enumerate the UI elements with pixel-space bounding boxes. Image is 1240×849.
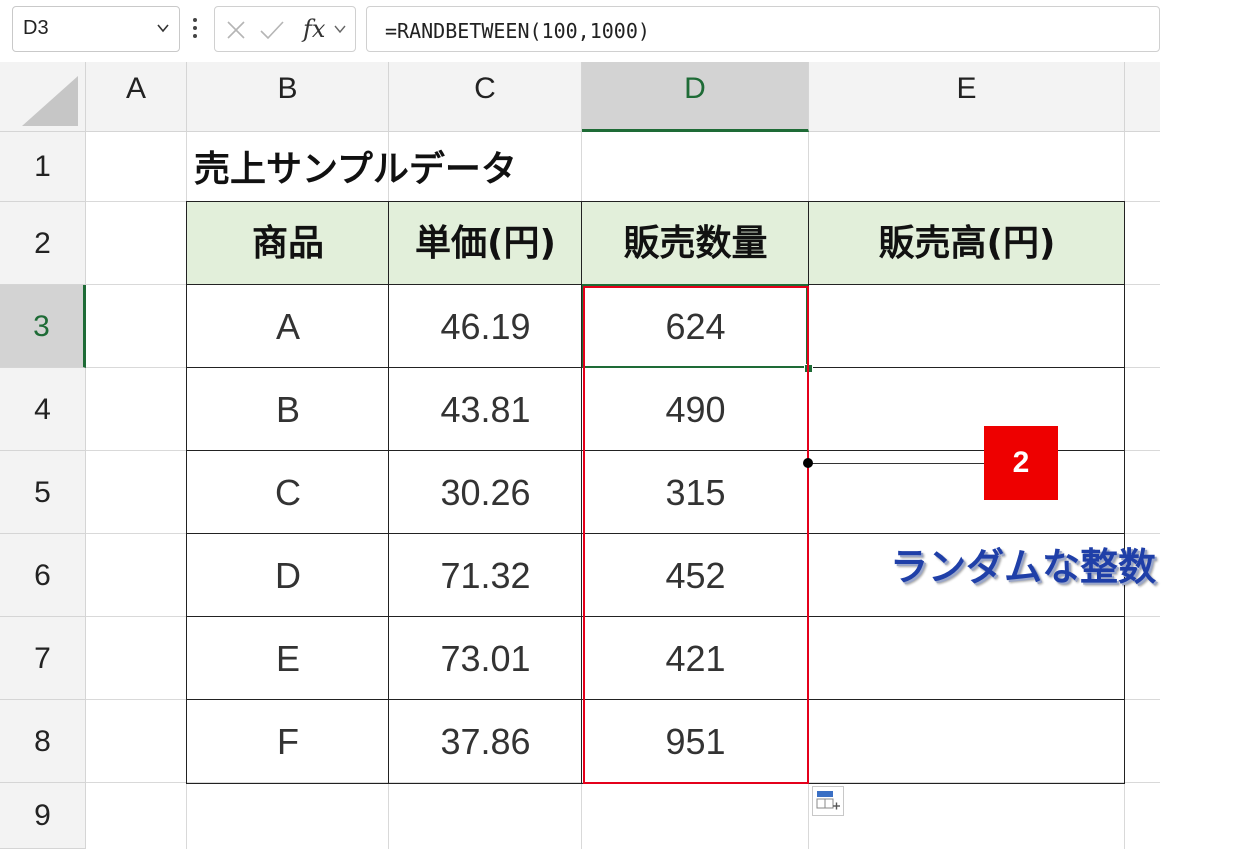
chevron-down-icon[interactable] bbox=[333, 23, 347, 35]
formula-text[interactable]: =RANDBETWEEN(100,1000) bbox=[385, 19, 650, 43]
row-header-8[interactable]: 8 bbox=[0, 700, 86, 783]
select-all-button[interactable] bbox=[0, 62, 86, 132]
select-all-triangle-icon[interactable] bbox=[22, 76, 78, 126]
formula-bar: D3 fx =RANDBETWEEN(100,1000) bbox=[0, 0, 1160, 62]
row-header-7[interactable]: 7 bbox=[0, 617, 86, 700]
row-header-4[interactable]: 4 bbox=[0, 368, 86, 451]
callout-line bbox=[808, 463, 1008, 464]
row-header-1[interactable]: 1 bbox=[0, 132, 86, 202]
column-header-b[interactable]: B bbox=[187, 62, 389, 132]
highlight-box bbox=[583, 286, 809, 784]
column-header-e[interactable]: E bbox=[809, 62, 1125, 132]
insert-function-icon[interactable]: fx bbox=[303, 15, 325, 43]
formula-input[interactable]: =RANDBETWEEN(100,1000) bbox=[366, 6, 1160, 52]
row-header-5[interactable]: 5 bbox=[0, 451, 86, 534]
formula-controls: fx bbox=[214, 6, 356, 52]
name-box[interactable]: D3 bbox=[12, 6, 180, 52]
row-header-9[interactable]: 9 bbox=[0, 783, 86, 849]
worksheet-grid: A B C D E 1 2 3 4 5 6 7 8 9 売上サンプルデータ 商品… bbox=[0, 62, 1160, 849]
quick-analysis-icon[interactable] bbox=[813, 787, 843, 815]
chevron-down-icon[interactable] bbox=[155, 20, 171, 36]
cancel-icon[interactable] bbox=[225, 19, 247, 41]
step-badge: 2 bbox=[984, 426, 1058, 500]
callout-dot bbox=[803, 458, 813, 468]
row-header-6[interactable]: 6 bbox=[0, 534, 86, 617]
quick-analysis-button[interactable] bbox=[812, 786, 844, 816]
name-box-value[interactable]: D3 bbox=[23, 17, 49, 40]
more-options-icon[interactable] bbox=[192, 16, 198, 40]
column-header-d[interactable]: D bbox=[582, 62, 809, 132]
column-header-f[interactable] bbox=[1125, 62, 1160, 132]
enter-check-icon[interactable] bbox=[259, 19, 285, 41]
row-header-3[interactable]: 3 bbox=[0, 285, 86, 368]
column-header-c[interactable]: C bbox=[389, 62, 582, 132]
column-header-a[interactable]: A bbox=[86, 62, 187, 132]
row-header-2[interactable]: 2 bbox=[0, 202, 86, 285]
sheet-title[interactable]: 売上サンプルデータ bbox=[194, 140, 517, 192]
annotation-note: ランダムな整数 bbox=[890, 545, 1157, 589]
